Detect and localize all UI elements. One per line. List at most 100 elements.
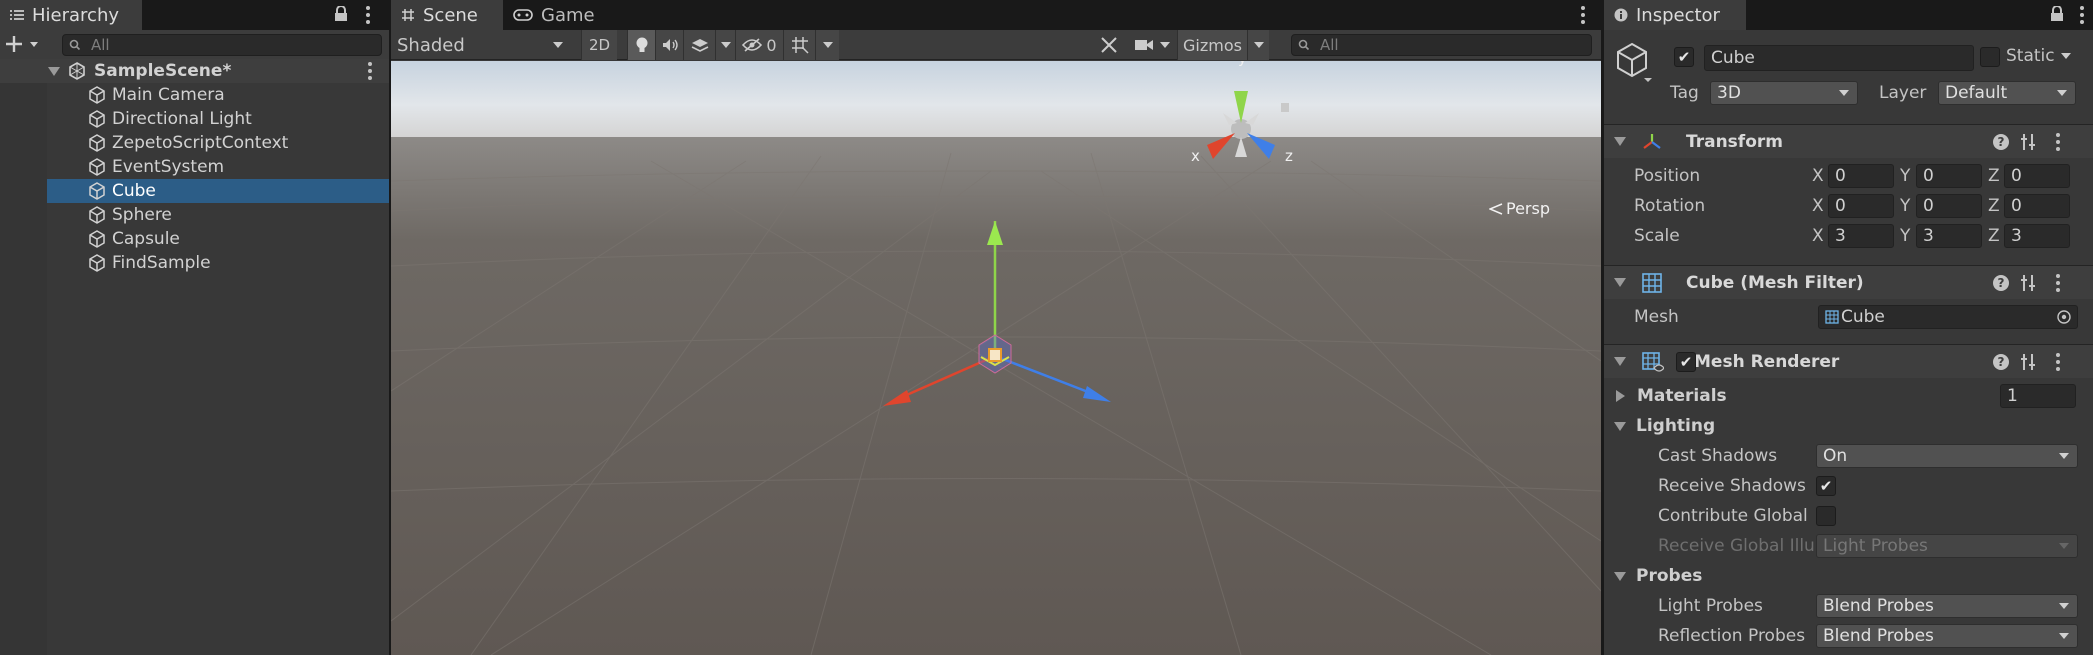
transform-x-field[interactable]: 0 bbox=[1828, 194, 1894, 218]
tab-game[interactable]: Game bbox=[503, 0, 603, 30]
scene-menu-icon[interactable] bbox=[364, 61, 376, 81]
probes-foldout[interactable]: Probes bbox=[1614, 566, 1702, 586]
transform-y-field[interactable]: 3 bbox=[1916, 224, 1982, 248]
materials-foldout[interactable]: Materials bbox=[1616, 386, 1727, 406]
hierarchy-item[interactable]: FindSample bbox=[0, 251, 389, 275]
hierarchy-item[interactable]: Cube bbox=[0, 179, 389, 203]
hierarchy-item[interactable]: Sphere bbox=[0, 203, 389, 227]
transform-z-field[interactable]: 0 bbox=[2004, 164, 2070, 188]
mesh-object-field[interactable]: Cube bbox=[1818, 305, 2078, 329]
grid-snap-button[interactable] bbox=[783, 30, 815, 60]
effects-toggle-button[interactable] bbox=[683, 30, 715, 60]
collapse-arrow-icon[interactable] bbox=[1614, 571, 1626, 581]
scene-root-row[interactable]: SampleScene* bbox=[0, 59, 389, 83]
gameobject-cube-icon bbox=[88, 182, 106, 200]
gizmos-button[interactable]: Gizmos bbox=[1177, 30, 1247, 60]
tag-dropdown[interactable]: 3D bbox=[1710, 81, 1858, 105]
static-checkbox[interactable] bbox=[1980, 47, 2000, 67]
scene-viewport[interactable]: y x z Persp bbox=[391, 61, 1601, 655]
2d-toggle-button[interactable]: 2D bbox=[581, 30, 617, 60]
grid-dropdown-button[interactable] bbox=[815, 30, 839, 60]
reflection-probes-dropdown[interactable]: Blend Probes bbox=[1816, 624, 2078, 648]
tab-hierarchy[interactable]: Hierarchy bbox=[0, 0, 142, 30]
mesh-filter-header[interactable]: Cube (Mesh Filter) ? bbox=[1604, 265, 2093, 299]
expand-arrow-icon[interactable] bbox=[48, 66, 60, 76]
transform-x-field[interactable]: 3 bbox=[1828, 224, 1894, 248]
hierarchy-item[interactable]: Main Camera bbox=[0, 83, 389, 107]
hierarchy-item[interactable]: EventSystem bbox=[0, 155, 389, 179]
contribute-gi-checkbox[interactable] bbox=[1816, 506, 1836, 526]
transform-menu-icon[interactable] bbox=[2052, 132, 2064, 152]
tools-button[interactable] bbox=[1095, 30, 1123, 60]
mesh-renderer-menu-icon[interactable] bbox=[2052, 352, 2064, 372]
mesh-filter-menu-icon[interactable] bbox=[2052, 273, 2064, 293]
gameobject-name-value: Cube bbox=[1711, 48, 1755, 68]
mesh-icon bbox=[1825, 310, 1839, 324]
help-icon[interactable]: ? bbox=[1993, 134, 2009, 150]
expand-arrow-icon[interactable] bbox=[1616, 390, 1625, 402]
gameobject-name-field[interactable]: Cube bbox=[1704, 45, 1974, 71]
hierarchy-tabbar: Hierarchy bbox=[0, 0, 389, 30]
speaker-icon bbox=[661, 37, 679, 53]
gizmos-dropdown-button[interactable] bbox=[1247, 30, 1269, 60]
collapse-arrow-icon[interactable] bbox=[1614, 421, 1626, 431]
transform-x-field[interactable]: 0 bbox=[1828, 164, 1894, 188]
gameobject-cube-icon bbox=[88, 230, 106, 248]
presets-icon[interactable] bbox=[2020, 353, 2036, 371]
static-dropdown[interactable]: Static bbox=[2006, 46, 2071, 66]
hidden-count: 0 bbox=[766, 35, 777, 55]
audio-toggle-button[interactable] bbox=[655, 30, 683, 60]
lock-icon[interactable] bbox=[334, 6, 348, 22]
effects-dropdown-button[interactable] bbox=[715, 30, 735, 60]
transform-z-field[interactable]: 3 bbox=[2004, 224, 2070, 248]
gameobject-active-checkbox[interactable]: ✔ bbox=[1674, 47, 1694, 67]
transform-header[interactable]: Transform ? bbox=[1604, 124, 2093, 158]
inspector-menu-icon[interactable] bbox=[2076, 5, 2088, 25]
mesh-renderer-header[interactable]: ✔ Mesh Renderer ? bbox=[1604, 344, 2093, 378]
transform-y-field[interactable]: 0 bbox=[1916, 164, 1982, 188]
presets-icon[interactable] bbox=[2020, 133, 2036, 151]
hierarchy-item[interactable]: Capsule bbox=[0, 227, 389, 251]
collapse-arrow-icon[interactable] bbox=[1614, 357, 1626, 366]
lock-icon[interactable] bbox=[2050, 6, 2064, 22]
collapse-arrow-icon[interactable] bbox=[1614, 278, 1626, 287]
help-icon[interactable]: ? bbox=[1993, 354, 2009, 370]
help-icon[interactable]: ? bbox=[1993, 275, 2009, 291]
collapse-arrow-icon[interactable] bbox=[1614, 137, 1626, 146]
cast-shadows-dropdown[interactable]: On bbox=[1816, 444, 2078, 468]
axis-x-label: X bbox=[1812, 226, 1824, 246]
add-icon[interactable] bbox=[6, 33, 42, 55]
projection-toggle[interactable]: Persp bbox=[1489, 199, 1550, 218]
receive-shadows-checkbox[interactable]: ✔ bbox=[1816, 476, 1836, 496]
lighting-toggle-button[interactable] bbox=[627, 30, 655, 60]
transform-y-value: 3 bbox=[1923, 226, 1934, 246]
hierarchy-item-label: Sphere bbox=[112, 205, 172, 225]
scene-menu-icon[interactable] bbox=[1577, 5, 1589, 25]
hierarchy-search-input[interactable]: All bbox=[62, 34, 382, 56]
lighting-foldout[interactable]: Lighting bbox=[1614, 416, 1715, 436]
hierarchy-menu-icon[interactable] bbox=[362, 5, 374, 25]
transform-z-field[interactable]: 0 bbox=[2004, 194, 2070, 218]
scene-tab-label: Scene bbox=[423, 4, 478, 26]
presets-icon[interactable] bbox=[2020, 274, 2036, 292]
layers-icon bbox=[691, 37, 709, 53]
hierarchy-item[interactable]: ZepetoScriptContext bbox=[0, 131, 389, 155]
chevron-down-icon bbox=[1160, 42, 1170, 48]
scene-name: SampleScene* bbox=[94, 61, 232, 81]
object-picker-icon[interactable] bbox=[2057, 310, 2071, 324]
chevron-down-icon bbox=[2059, 633, 2069, 639]
hidden-objects-button[interactable]: 0 bbox=[735, 30, 783, 60]
materials-count-field[interactable]: 1 bbox=[2000, 384, 2076, 408]
scene-search-input[interactable]: All bbox=[1291, 34, 1592, 56]
transform-y-field[interactable]: 0 bbox=[1916, 194, 1982, 218]
tab-inspector[interactable]: Inspector bbox=[1604, 0, 1746, 30]
layer-dropdown[interactable]: Default bbox=[1938, 81, 2076, 105]
tab-scene[interactable]: Scene bbox=[391, 0, 503, 30]
mesh-renderer-icon bbox=[1642, 351, 1664, 372]
hierarchy-item[interactable]: Directional Light bbox=[0, 107, 389, 131]
light-probes-dropdown[interactable]: Blend Probes bbox=[1816, 594, 2078, 618]
mesh-renderer-enabled-checkbox[interactable]: ✔ bbox=[1676, 352, 1696, 372]
scene-panel: Scene Game Shaded 2D 0 Gizmos All x z Pe… bbox=[391, 0, 1601, 655]
shading-mode-dropdown[interactable]: Shaded bbox=[391, 30, 571, 60]
camera-settings-button[interactable] bbox=[1131, 30, 1173, 60]
